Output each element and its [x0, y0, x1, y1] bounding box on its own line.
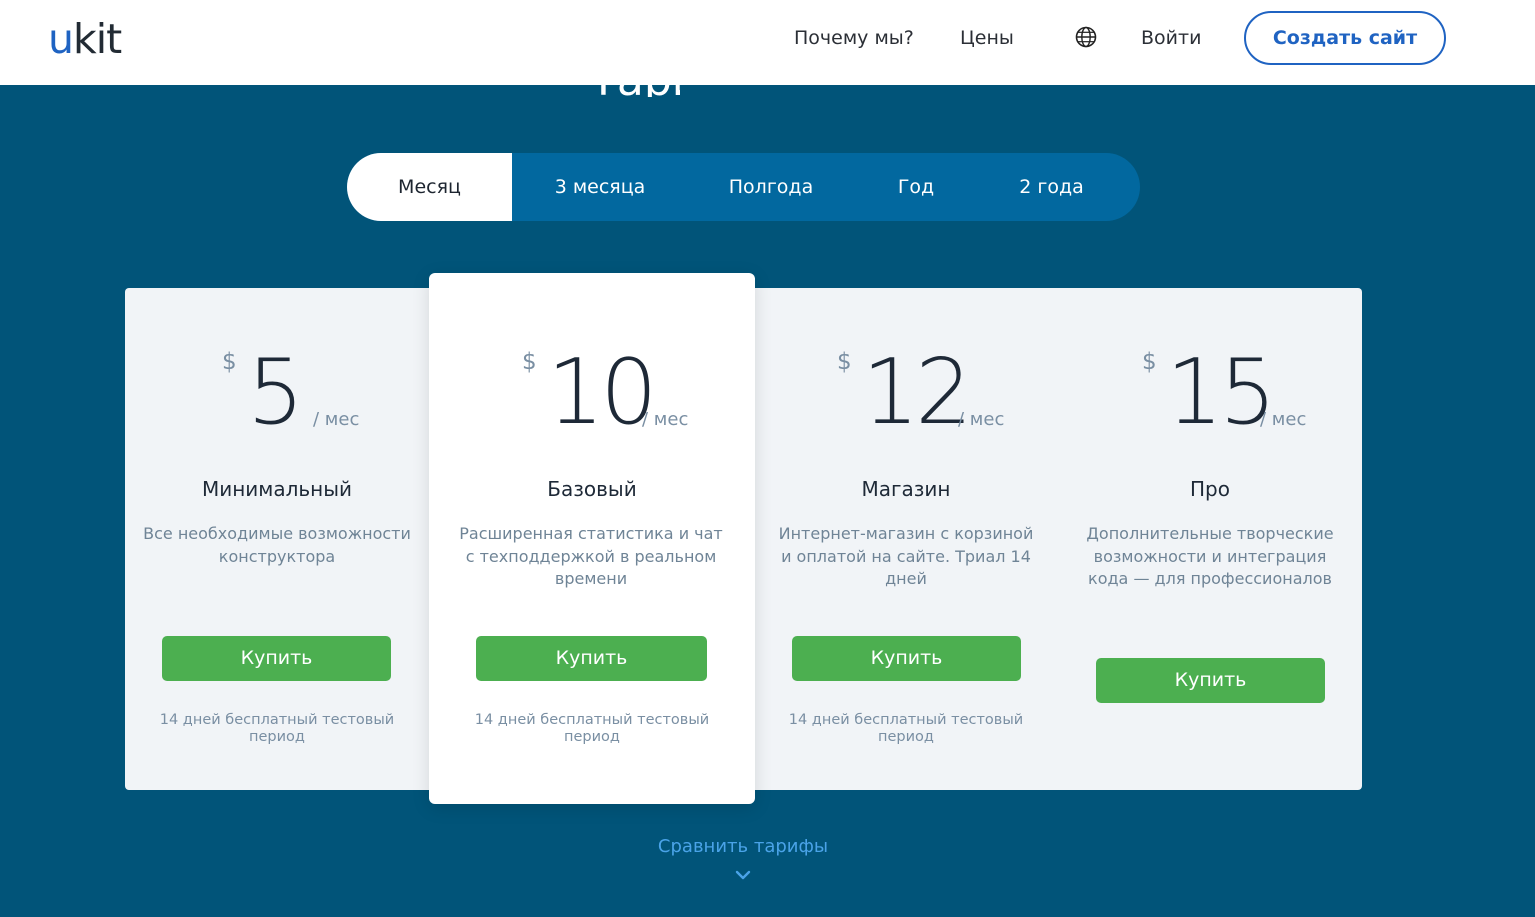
trial-note: 14 дней бесплатный тестовый период — [474, 712, 710, 745]
tab-3-months[interactable]: 3 месяца — [512, 153, 688, 221]
currency-symbol: $ — [222, 349, 237, 375]
chevron-down-icon[interactable] — [734, 866, 752, 880]
tab-year[interactable]: Год — [854, 153, 978, 221]
trial-note: 14 дней бесплатный тестовый период — [788, 712, 1024, 745]
nav-link-prices[interactable]: Цены — [960, 26, 1014, 50]
currency-symbol: $ — [837, 349, 852, 375]
tab-month[interactable]: Месяц — [347, 153, 512, 221]
currency-symbol: $ — [1142, 349, 1157, 375]
ukit-logo[interactable]: ukit — [48, 14, 122, 64]
billing-period-tabs: Месяц 3 месяца Полгода Год 2 года — [347, 153, 1140, 221]
nav-link-why-us[interactable]: Почему мы? — [794, 26, 914, 50]
buy-button[interactable]: Купить — [162, 636, 391, 681]
create-site-button[interactable]: Создать сайт — [1244, 11, 1446, 65]
login-link[interactable]: Войти — [1141, 26, 1201, 50]
plan-name: Магазин — [861, 477, 951, 501]
buy-button[interactable]: Купить — [792, 636, 1021, 681]
trial-note: 14 дней бесплатный тестовый период — [159, 712, 395, 745]
globe-icon[interactable] — [1075, 26, 1097, 48]
price-period: / мес — [958, 409, 1005, 430]
plan-price: 10 — [547, 340, 658, 445]
plan-price: 12 — [862, 340, 973, 445]
compare-plans-link[interactable]: Сравнить тарифы — [640, 836, 846, 857]
plan-description: Интернет-магазин с корзиной и оплатой на… — [778, 524, 1034, 588]
plan-description: Все необходимые возможности конструктора — [143, 524, 411, 566]
currency-symbol: $ — [522, 349, 537, 375]
plan-name: Минимальный — [201, 477, 353, 501]
section-title: Тарифы — [590, 85, 680, 97]
price-period: / мес — [313, 409, 360, 430]
price-period: / мес — [642, 409, 689, 430]
top-navigation-bar: ukit Почему мы? Цены Войти Создать сайт — [0, 0, 1535, 85]
plan-name: Базовый — [547, 477, 637, 501]
plan-price: 5 — [247, 340, 304, 445]
plan-price: 15 — [1166, 340, 1277, 445]
plan-description: Дополнительные творческие возможности и … — [1086, 524, 1334, 588]
buy-button[interactable]: Купить — [476, 636, 707, 681]
price-period: / мес — [1260, 409, 1307, 430]
plan-name: Про — [1190, 477, 1230, 501]
buy-button[interactable]: Купить — [1096, 658, 1325, 703]
tab-2-years[interactable]: 2 года — [978, 153, 1125, 221]
plan-description: Расширенная статистика и чат с техподдер… — [459, 524, 723, 588]
tab-half-year[interactable]: Полгода — [688, 153, 854, 221]
